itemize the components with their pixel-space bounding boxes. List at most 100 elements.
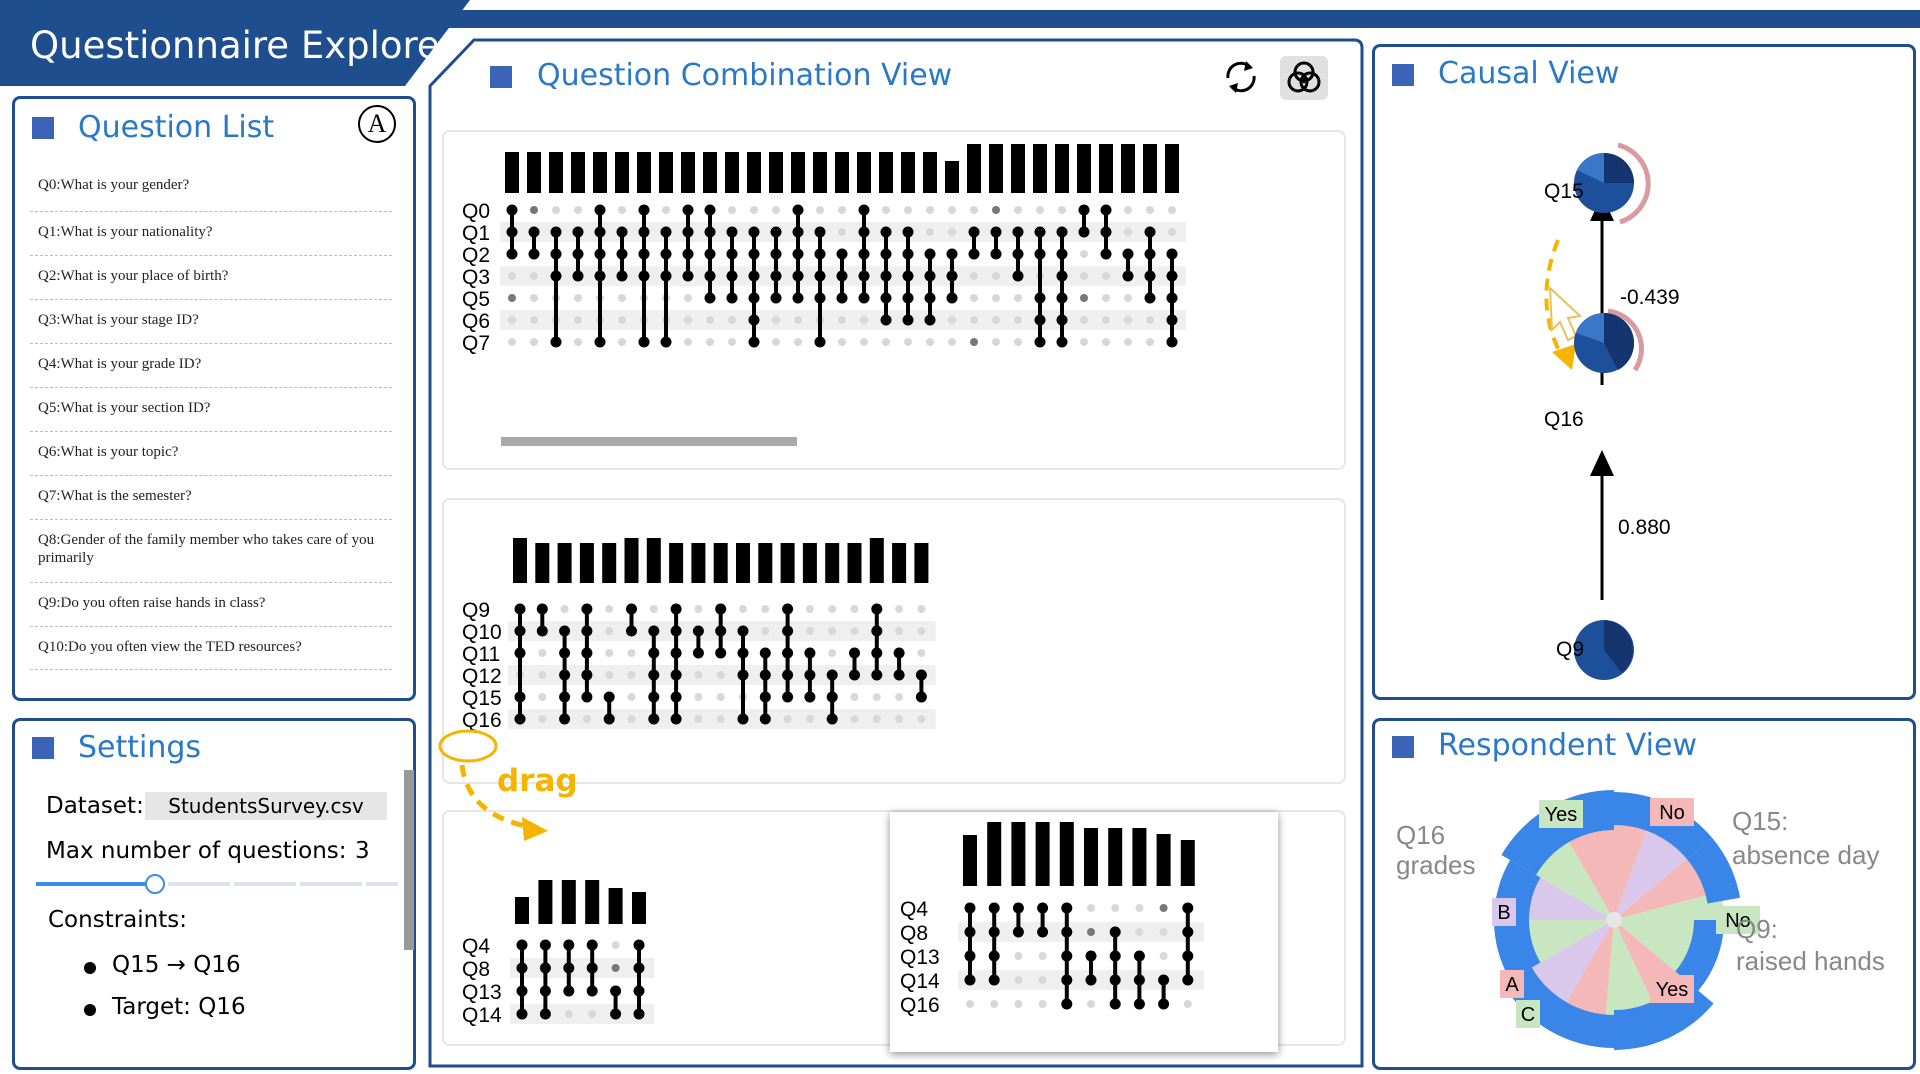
set-dot — [1014, 1000, 1023, 1008]
combination-bar[interactable] — [505, 152, 519, 193]
combination-bar[interactable] — [1180, 840, 1195, 886]
combination-bar[interactable] — [857, 152, 871, 193]
combination-bar[interactable] — [835, 152, 849, 193]
upset-plot-4[interactable]: Q4Q8Q13Q14Q16 — [890, 812, 1278, 1052]
combination-bar[interactable] — [1143, 144, 1157, 193]
combination-bar[interactable] — [646, 538, 661, 583]
upset-plot-1[interactable]: Q0Q1Q2Q3Q5Q6Q7 — [442, 130, 1346, 470]
node-q16[interactable] — [1574, 308, 1644, 373]
combination-bar[interactable] — [879, 152, 893, 193]
combination-bar[interactable] — [725, 152, 739, 193]
combination-bar[interactable] — [1165, 144, 1179, 193]
combination-bar[interactable] — [847, 543, 862, 583]
causal-graph[interactable]: Q15 Q16 Q9 -0.439 0.880 — [1372, 120, 1916, 700]
combination-bar[interactable] — [1035, 822, 1050, 886]
combination-bar[interactable] — [637, 152, 651, 193]
combination-bar[interactable] — [892, 543, 907, 583]
question-list[interactable]: Q0:What is your gender? Q1:What is your … — [30, 170, 402, 670]
combination-bar[interactable] — [535, 543, 550, 583]
combination-bar[interactable] — [549, 152, 563, 193]
combination-bar[interactable] — [593, 152, 607, 193]
combination-bar[interactable] — [758, 543, 773, 583]
combination-bar[interactable] — [713, 543, 728, 583]
combination-bar[interactable] — [987, 822, 1002, 886]
list-item[interactable]: Q6:What is your topic? — [30, 433, 392, 476]
node-q15[interactable] — [1574, 142, 1651, 225]
combination-bar[interactable] — [538, 880, 553, 924]
combination-bar[interactable] — [557, 543, 572, 583]
set-dot — [508, 338, 516, 346]
combination-bar[interactable] — [1132, 828, 1147, 886]
combination-bar[interactable] — [1108, 828, 1123, 886]
combination-bar[interactable] — [780, 543, 795, 583]
combination-bar[interactable] — [669, 543, 684, 583]
combination-bar[interactable] — [945, 161, 959, 193]
combination-bar[interactable] — [1011, 822, 1026, 886]
combination-bar[interactable] — [527, 152, 541, 193]
combination-bar[interactable] — [769, 152, 783, 193]
refresh-button[interactable] — [1220, 56, 1262, 98]
combination-bar[interactable] — [1033, 144, 1047, 193]
venn-button[interactable] — [1280, 56, 1328, 100]
combination-bar[interactable] — [579, 543, 594, 583]
combination-bar[interactable] — [989, 144, 1003, 193]
combination-bar[interactable] — [813, 152, 827, 193]
combination-bar[interactable] — [869, 538, 884, 583]
upset-plot-3[interactable]: Q4Q8Q13Q14 — [442, 810, 892, 1046]
list-item[interactable]: Q8:Gender of the family member who takes… — [30, 521, 392, 583]
combination-bar[interactable] — [659, 152, 673, 193]
list-item[interactable]: Q0:What is your gender? — [30, 170, 392, 212]
dataset-field[interactable]: StudentsSurvey.csv — [145, 792, 387, 820]
combination-bar[interactable] — [1059, 822, 1074, 886]
combination-bar[interactable] — [967, 144, 981, 193]
set-dot — [882, 206, 890, 214]
combination-bar[interactable] — [963, 835, 977, 886]
combination-bar[interactable] — [1055, 144, 1069, 193]
combination-bar[interactable] — [1011, 144, 1025, 193]
combination-bar[interactable] — [825, 543, 840, 583]
combination-bar[interactable] — [1156, 834, 1171, 886]
combination-bar[interactable] — [624, 538, 639, 583]
combination-bar[interactable] — [1099, 144, 1113, 193]
combination-bar[interactable] — [736, 543, 750, 583]
combination-bar[interactable] — [914, 543, 929, 583]
combination-bar[interactable] — [602, 543, 617, 583]
combination-bar[interactable] — [747, 152, 761, 193]
answer-tag-label: No — [1659, 802, 1685, 824]
list-item[interactable]: Q3:What is your stage ID? — [30, 301, 392, 344]
max-questions-slider[interactable] — [36, 872, 398, 896]
combination-bar[interactable] — [585, 880, 600, 924]
list-item[interactable]: Q10:Do you often view the TED resources? — [30, 628, 392, 670]
combination-bar[interactable] — [791, 152, 805, 193]
combination-bar[interactable] — [923, 152, 937, 193]
set-dot — [618, 338, 626, 346]
combination-bar[interactable] — [802, 543, 817, 583]
combination-bar[interactable] — [1077, 144, 1091, 193]
upset-plot-2[interactable]: Q9Q10Q11Q12Q15Q16 — [442, 498, 1346, 784]
upset-scrollbar[interactable] — [501, 437, 797, 446]
list-item[interactable]: Q2:What is your place of birth? — [30, 257, 392, 300]
combination-bar[interactable] — [1121, 144, 1135, 193]
slider-handle[interactable] — [145, 874, 166, 894]
list-item[interactable]: Q7:What is the semester? — [30, 477, 392, 520]
list-item[interactable]: Q5:What is your section ID? — [30, 389, 392, 432]
respondent-radial-chart[interactable]: Yes NoNoYesBACQ15:absence dayQ16gradesQ9:… — [1372, 770, 1916, 1070]
combination-bar[interactable] — [608, 888, 623, 924]
settings-scrollbar[interactable] — [404, 770, 414, 950]
combination-bar[interactable] — [632, 892, 646, 924]
panel-square-icon — [1392, 64, 1414, 86]
list-item[interactable]: Q9:Do you often raise hands in class? — [30, 584, 392, 627]
combination-bar[interactable] — [703, 152, 717, 193]
combination-bar[interactable] — [1084, 828, 1098, 886]
combination-bar[interactable] — [691, 543, 706, 583]
combination-bar[interactable] — [515, 897, 529, 924]
set-dot — [1014, 316, 1022, 324]
combination-bar[interactable] — [571, 152, 585, 193]
combination-bar[interactable] — [901, 152, 915, 193]
combination-bar[interactable] — [561, 880, 576, 924]
combination-bar[interactable] — [615, 152, 629, 193]
combination-bar[interactable] — [513, 538, 527, 583]
list-item[interactable]: Q4:What is your grade ID? — [30, 345, 392, 388]
combination-bar[interactable] — [681, 152, 695, 193]
list-item[interactable]: Q1:What is your nationality? — [30, 213, 392, 256]
